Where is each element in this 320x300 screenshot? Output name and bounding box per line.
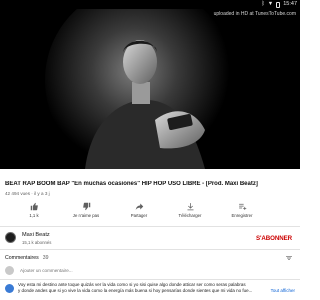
battery-icon <box>276 1 281 8</box>
save-label: Enregistrer <box>231 213 253 218</box>
video-title[interactable]: BEAT RAP BOOM BAP "En muchas ocasiones" … <box>5 181 297 187</box>
like-button[interactable]: 1,1 k <box>14 199 54 218</box>
divider <box>0 279 300 280</box>
like-count: 1,1 k <box>29 213 39 218</box>
sort-icon[interactable] <box>285 254 293 262</box>
commenter-avatar[interactable] <box>5 284 14 293</box>
divider <box>0 226 300 227</box>
wifi-icon: ▼ <box>267 1 274 7</box>
comments-title: Commentaires <box>5 255 39 261</box>
download-button[interactable]: Télécharger <box>170 199 210 218</box>
thumbs-down-icon <box>82 202 90 211</box>
status-time: 15:47 <box>283 1 297 7</box>
video-player[interactable]: uploaded in HD at TunesToTube.com <box>0 0 300 169</box>
status-bar: ᛒ ▼ 15:47 <box>0 0 300 9</box>
user-avatar <box>5 266 14 275</box>
add-comment-input[interactable] <box>20 266 290 275</box>
channel-avatar[interactable] <box>5 232 16 243</box>
subscribe-button[interactable]: S'ABONNER <box>256 235 292 242</box>
thumbs-up-icon <box>30 202 38 211</box>
read-more-link[interactable]: Tout afficher <box>271 288 295 293</box>
video-meta: 42 494 vues · il y a 3 j <box>5 191 50 196</box>
share-label: Partager <box>130 213 148 218</box>
dislike-button[interactable]: Je n'aime pas <box>66 199 106 218</box>
bluetooth-icon: ᛒ <box>261 1 265 7</box>
comment-line: y donde andes que si yo vive la vida com… <box>18 288 253 293</box>
download-label: Télécharger <box>178 213 202 218</box>
save-button[interactable]: Enregistrer <box>222 199 262 218</box>
video-frame <box>0 0 300 169</box>
comments-count: 39 <box>42 255 49 261</box>
dislike-label: Je n'aime pas <box>72 213 100 218</box>
comment-body[interactable]: Voy esta mi destino ante toque quizás ve… <box>18 282 274 294</box>
divider <box>0 249 300 250</box>
channel-name[interactable]: Maxi Beatz <box>22 232 50 238</box>
download-icon <box>187 203 193 211</box>
action-bar: 1,1 k Je n'aime pas Partager Télécharger… <box>0 199 300 225</box>
video-watermark: uploaded in HD at TunesToTube.com <box>213 11 296 17</box>
channel-subscribers: 15,1 k abonnés <box>22 240 52 245</box>
comments-header[interactable]: Commentaires 39 <box>5 255 49 261</box>
share-button[interactable]: Partager <box>119 199 159 218</box>
save-icon <box>238 203 246 210</box>
share-icon <box>135 203 143 210</box>
